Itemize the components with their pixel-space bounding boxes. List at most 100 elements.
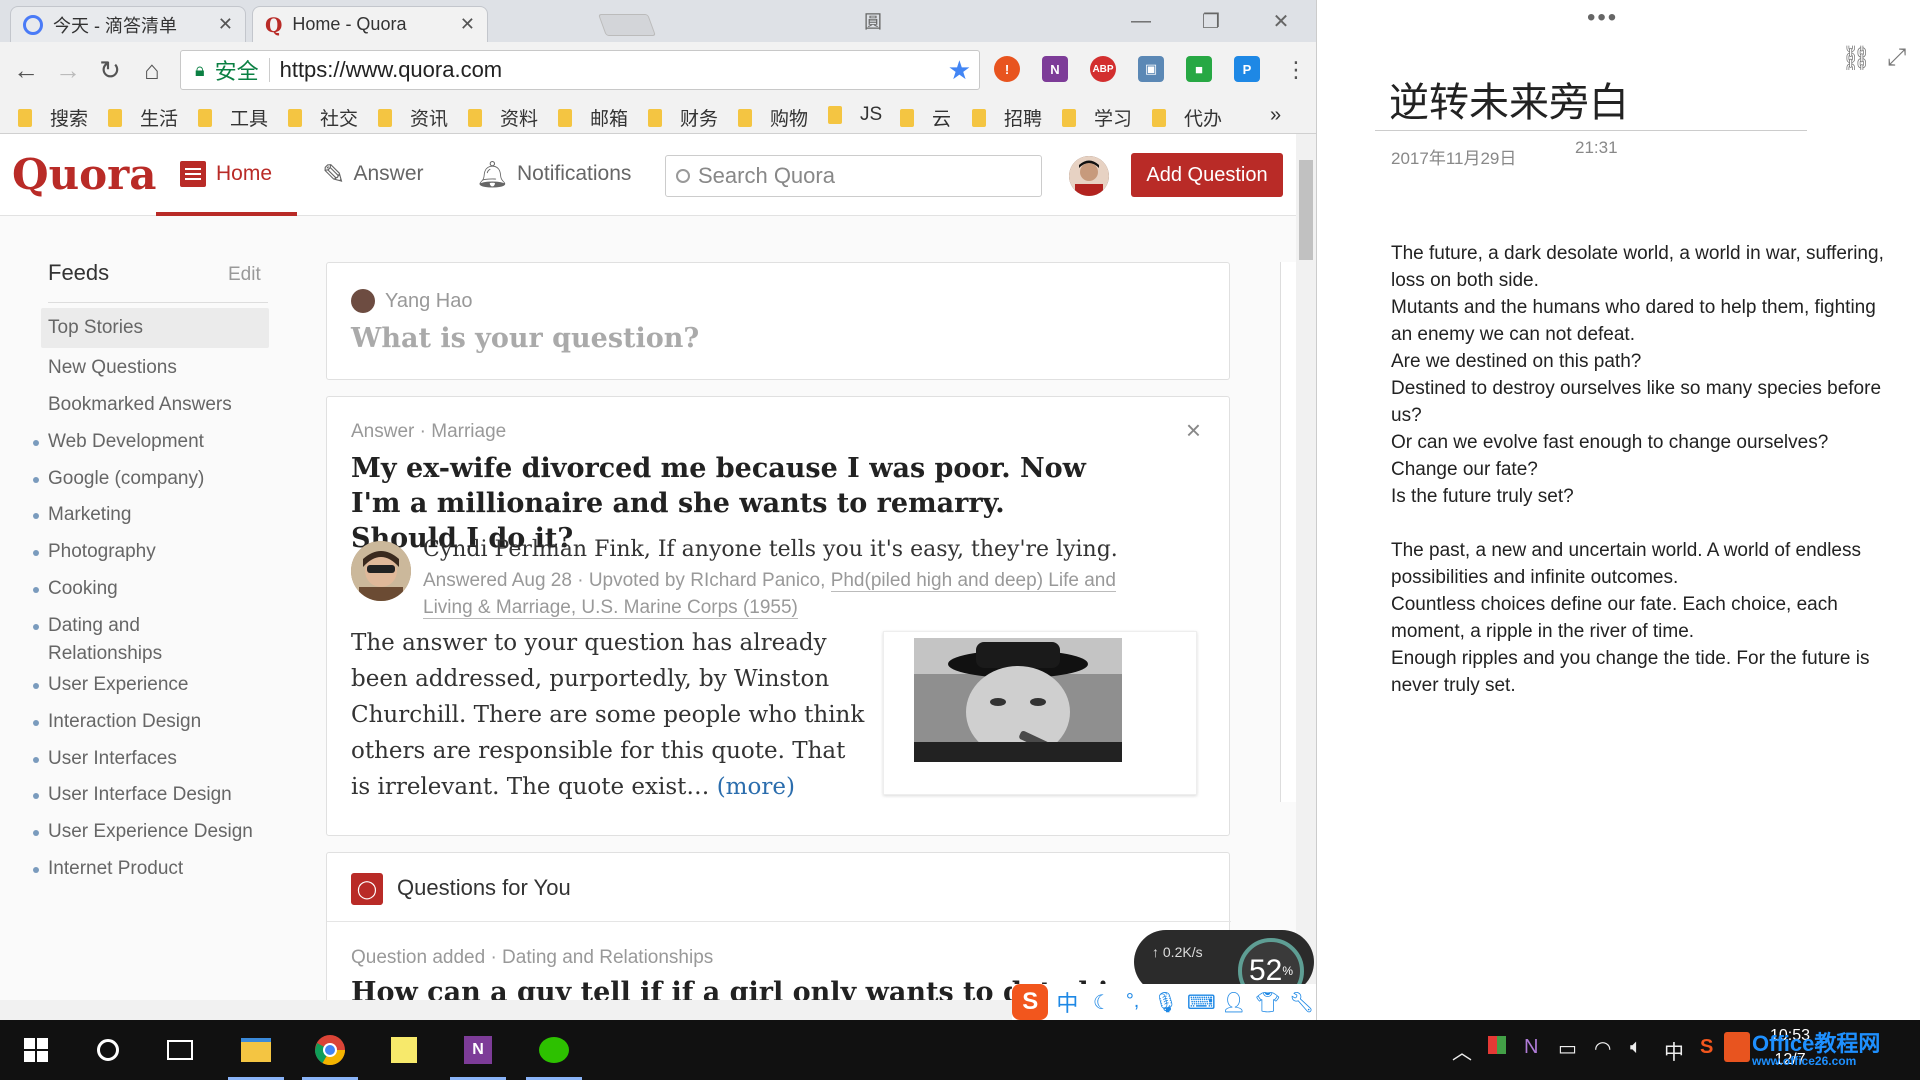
alert-extension-icon[interactable]: !: [994, 56, 1020, 82]
wifi-icon[interactable]: ◠: [1594, 1036, 1611, 1061]
feed-topic[interactable]: User Interface Design: [33, 781, 278, 809]
bookmark-folder[interactable]: 代办: [1152, 104, 1222, 131]
ask-question-card[interactable]: Yang Hao What is your question?: [326, 262, 1230, 380]
close-icon[interactable]: ✕: [460, 14, 475, 35]
feeds-edit-link[interactable]: Edit: [228, 264, 261, 286]
cortana-icon[interactable]: [88, 1030, 128, 1070]
bookmark-folder[interactable]: 云: [900, 104, 951, 131]
microphone-icon[interactable]: 🎙︎: [1153, 990, 1178, 1014]
bookmark-folder[interactable]: JS: [828, 104, 882, 126]
wrench-icon[interactable]: 🔧︎: [1289, 990, 1314, 1014]
sogou-icon[interactable]: S: [1012, 984, 1049, 1020]
bookmark-folder[interactable]: 购物: [738, 104, 808, 131]
chrome-icon[interactable]: [310, 1030, 350, 1070]
new-tab-button[interactable]: [597, 14, 657, 36]
feed-topic[interactable]: User Experience Design: [33, 818, 278, 846]
minimize-icon[interactable]: —: [1116, 4, 1166, 38]
search-input[interactable]: Search Quora: [665, 155, 1042, 197]
onenote-tray-icon[interactable]: N: [1524, 1036, 1538, 1059]
user-icon[interactable]: 👤︎: [1221, 990, 1246, 1014]
question-title[interactable]: How can a guy tell if if a girl only wan…: [351, 977, 1108, 1000]
punctuation-icon[interactable]: °,: [1122, 990, 1143, 1014]
author-avatar[interactable]: [351, 541, 411, 601]
sticky-notes-icon[interactable]: [384, 1030, 424, 1070]
tray-app-icon[interactable]: [1488, 1036, 1506, 1060]
task-view-icon[interactable]: [160, 1030, 200, 1070]
green-extension-icon[interactable]: ■: [1186, 56, 1212, 82]
note-body[interactable]: The future, a dark desolate world, a wor…: [1391, 240, 1891, 699]
add-question-button[interactable]: Add Question: [1131, 153, 1283, 197]
author-credential[interactable]: Cyndi Perlman Fink, If anyone tells you …: [423, 537, 1118, 562]
feed-topic[interactable]: Dating and Relationships: [33, 612, 198, 668]
home-icon[interactable]: ⌂: [136, 54, 168, 86]
forward-icon[interactable]: →: [52, 54, 84, 86]
nav-answer[interactable]: ✎ Answer: [322, 156, 424, 192]
tab-ticktick[interactable]: 今天 - 滴答清单 ✕: [10, 6, 246, 42]
onenote-app-icon[interactable]: N: [458, 1030, 498, 1070]
url-text[interactable]: https://www.quora.com: [280, 57, 503, 83]
moon-icon[interactable]: ☾: [1091, 990, 1112, 1014]
battery-icon[interactable]: ▭: [1558, 1036, 1577, 1061]
bookmark-folder[interactable]: 邮箱: [558, 104, 628, 131]
feed-topic[interactable]: Cooking: [33, 575, 278, 603]
bookmark-folder[interactable]: 社交: [288, 104, 358, 131]
windows-start-icon[interactable]: [16, 1030, 56, 1070]
quora-logo[interactable]: Quora: [12, 150, 156, 199]
adblock-extension-icon[interactable]: ABP: [1090, 56, 1116, 82]
feed-topic[interactable]: User Experience: [33, 671, 278, 699]
address-bar[interactable]: 🔒︎ 安全 https://www.quora.com ★: [180, 50, 980, 90]
close-window-icon[interactable]: ✕: [1256, 4, 1306, 38]
ime-language[interactable]: 中: [1056, 986, 1078, 1018]
feed-topic[interactable]: Web Development: [33, 428, 278, 456]
vertical-scrollbar[interactable]: [1296, 134, 1316, 1000]
close-icon[interactable]: ×: [1186, 415, 1201, 446]
file-explorer-icon[interactable]: [236, 1030, 276, 1070]
bookmark-folder[interactable]: 生活: [108, 104, 178, 131]
feed-topic[interactable]: Interaction Design: [33, 708, 278, 736]
avatar[interactable]: [1069, 156, 1109, 196]
feed-topic[interactable]: Internet Product: [33, 855, 278, 883]
feed-bookmarked-answers[interactable]: Bookmarked Answers: [48, 391, 278, 419]
back-icon[interactable]: ←: [10, 54, 42, 86]
bookmark-folder[interactable]: 招聘: [972, 104, 1042, 131]
screenshot-extension-icon[interactable]: ▣: [1138, 56, 1164, 82]
bookmark-folder[interactable]: 学习: [1062, 104, 1132, 131]
wechat-icon[interactable]: [534, 1030, 574, 1070]
bookmarks-overflow-button[interactable]: »: [1270, 104, 1281, 127]
expand-icon[interactable]: ⤢: [1887, 44, 1906, 72]
window-handle[interactable]: •••: [1587, 4, 1618, 32]
ask-prompt[interactable]: What is your question?: [351, 323, 699, 354]
scrollbar-thumb[interactable]: [1299, 160, 1313, 260]
reload-icon[interactable]: ↻: [94, 54, 126, 86]
feed-topic[interactable]: Google (company): [33, 465, 278, 493]
nav-home[interactable]: Home: [180, 156, 272, 192]
answer-image[interactable]: [883, 631, 1197, 795]
upvoter-link[interactable]: RIchard Panico,: [690, 570, 825, 591]
bookmark-folder[interactable]: 财务: [648, 104, 718, 131]
sogou-tray-icon[interactable]: S: [1700, 1036, 1713, 1059]
bookmark-star-icon[interactable]: ★: [948, 55, 971, 86]
keyboard-icon[interactable]: ⌨: [1187, 990, 1216, 1014]
bookmark-folder[interactable]: 搜索: [18, 104, 88, 131]
feed-topic[interactable]: Photography: [33, 538, 278, 566]
ime-toolbar[interactable]: S 中 ☾ °, 🎙︎ ⌨ 👤︎ 👕︎ 🔧︎: [1012, 984, 1316, 1020]
bookmark-folder[interactable]: 资料: [468, 104, 538, 131]
volume-icon[interactable]: 🔈︎: [1630, 1036, 1642, 1059]
nav-notifications[interactable]: 🔔︎ Notifications: [476, 156, 631, 192]
tray-overflow-icon[interactable]: ︿: [1452, 1036, 1472, 1065]
link-icon[interactable]: ⛓: [1841, 44, 1871, 73]
page-title[interactable]: 逆转未来旁白: [1389, 70, 1629, 128]
p-extension-icon[interactable]: P: [1234, 56, 1260, 82]
menu-icon[interactable]: ⋮: [1280, 54, 1312, 86]
close-icon[interactable]: ✕: [218, 14, 233, 35]
restore-icon[interactable]: ❐: [1186, 4, 1236, 38]
bookmark-folder[interactable]: 工具: [198, 104, 268, 131]
tab-quora[interactable]: Q Home - Quora ✕: [252, 6, 488, 42]
feed-topic[interactable]: User Interfaces: [33, 745, 278, 773]
onenote-extension-icon[interactable]: N: [1042, 56, 1068, 82]
skin-icon[interactable]: 👕︎: [1255, 990, 1280, 1014]
feed-top-stories[interactable]: Top Stories: [41, 308, 269, 348]
tray-language[interactable]: 中: [1664, 1036, 1684, 1065]
feed-topic[interactable]: Marketing: [33, 501, 278, 529]
feed-new-questions[interactable]: New Questions: [48, 354, 278, 382]
